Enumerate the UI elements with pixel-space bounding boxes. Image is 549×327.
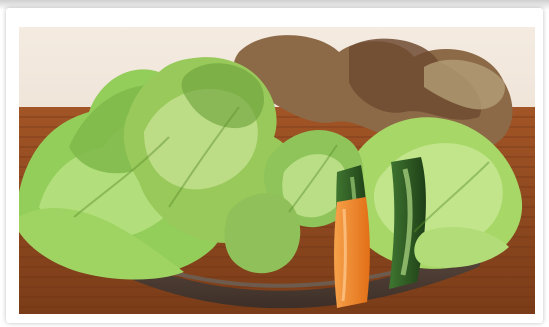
carrot-stick (334, 197, 370, 308)
salad-photo (19, 27, 535, 314)
salad-photo-illustration (19, 27, 535, 314)
page (0, 0, 549, 327)
